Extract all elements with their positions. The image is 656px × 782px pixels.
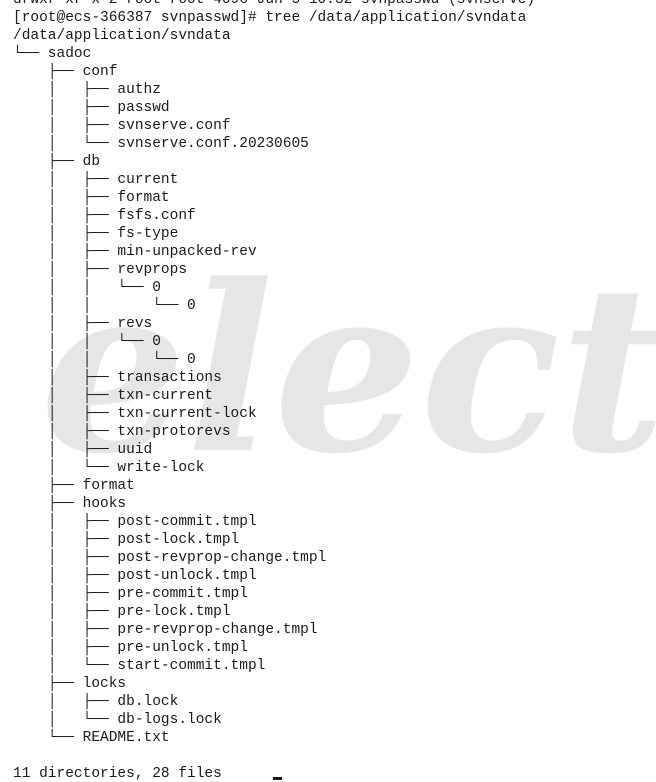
terminal-line: │ ├── format (13, 190, 170, 206)
terminal-line: │ ├── post-lock.tmpl (13, 532, 240, 548)
terminal-output: drwxr-xr-x 2 root root 4096 Jun 5 10:32 … (13, 0, 535, 782)
terminal-line: │ │ └── 0 (13, 334, 161, 350)
terminal-line: └── README.txt (13, 730, 170, 746)
terminal-line: │ ├── passwd (13, 100, 170, 116)
terminal-line: │ ├── fs-type (13, 226, 179, 242)
terminal-line: │ └── db-logs.lock (13, 712, 222, 728)
terminal-line: │ ├── txn-protorevs (13, 424, 231, 440)
terminal-line: │ ├── post-unlock.tmpl (13, 568, 257, 584)
terminal-line: │ ├── uuid (13, 442, 153, 458)
terminal-line: └── sadoc (13, 46, 92, 62)
terminal-line: ├── db (13, 154, 101, 170)
terminal-line: │ │ └── 0 (13, 352, 196, 368)
terminal-line: │ ├── revs (13, 316, 153, 332)
terminal-line: │ ├── transactions (13, 370, 222, 386)
terminal-line: │ ├── pre-lock.tmpl (13, 604, 231, 620)
terminal-line: [root@ecs-366387 svnpasswd]# tree /data/… (13, 10, 527, 26)
terminal-line: │ ├── pre-commit.tmpl (13, 586, 248, 602)
terminal-line: │ │ └── 0 (13, 280, 161, 296)
terminal-line: │ ├── current (13, 172, 179, 188)
terminal-line: drwxr-xr-x 2 root root 4096 Jun 5 10:32 … (13, 0, 536, 8)
terminal-line: │ ├── svnserve.conf (13, 118, 231, 134)
text-cursor (273, 777, 282, 780)
terminal-line: │ └── write-lock (13, 460, 205, 476)
terminal-line: │ ├── authz (13, 82, 161, 98)
terminal-line: │ ├── fsfs.conf (13, 208, 196, 224)
terminal-line: │ └── start-commit.tmpl (13, 658, 266, 674)
terminal-line: │ └── svnserve.conf.20230605 (13, 136, 309, 152)
terminal-line: │ ├── pre-revprop-change.tmpl (13, 622, 318, 638)
terminal-line: ├── locks (13, 676, 127, 692)
terminal-line: │ ├── min-unpacked-rev (13, 244, 257, 260)
terminal-line: /data/application/svndata (13, 28, 231, 44)
terminal-line: ├── conf (13, 64, 118, 80)
terminal-line: ├── format (13, 478, 135, 494)
terminal-line: │ ├── pre-unlock.tmpl (13, 640, 248, 656)
terminal-line: │ ├── txn-current (13, 388, 214, 404)
terminal-line: │ ├── post-revprop-change.tmpl (13, 550, 327, 566)
terminal-window[interactable]: electer drwxr-xr-x 2 root root 4096 Jun … (0, 0, 656, 782)
terminal-line: │ ├── post-commit.tmpl (13, 514, 257, 530)
terminal-line: │ ├── txn-current-lock (13, 406, 257, 422)
terminal-line: │ ├── db.lock (13, 694, 179, 710)
terminal-line: ├── hooks (13, 496, 127, 512)
terminal-line: │ ├── revprops (13, 262, 188, 278)
terminal-line: │ │ └── 0 (13, 298, 196, 314)
